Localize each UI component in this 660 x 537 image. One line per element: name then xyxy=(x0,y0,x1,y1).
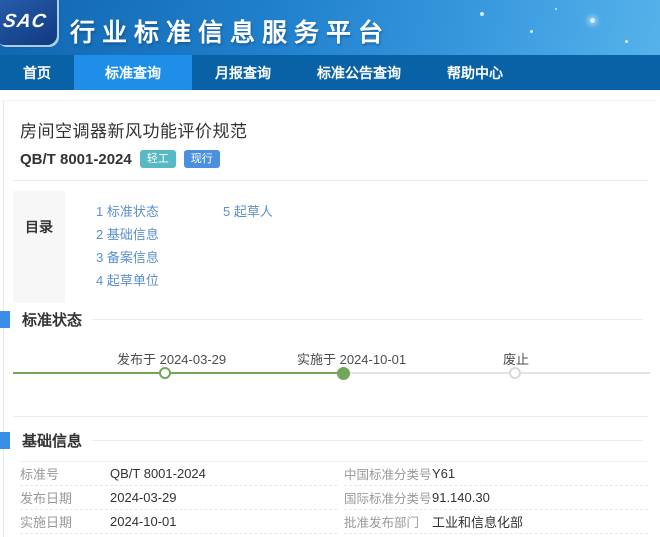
section-divider xyxy=(13,416,648,417)
basic-info-table: 标准号 QB/T 8001-2024 发布日期 2024-03-29 实施日期 … xyxy=(20,461,648,537)
nav-item-standard-query[interactable]: 标准查询 xyxy=(74,55,192,90)
standard-title: 房间空调器新风功能评价规范 xyxy=(20,117,648,142)
status-timeline: 发布于 2024-03-29 实施于 2024-10-01 废止 xyxy=(0,346,660,404)
table-row: 国际标准分类号 91.140.30 xyxy=(344,486,648,510)
timeline-line-done xyxy=(13,372,343,374)
table-row: 标准号 QB/T 8001-2024 xyxy=(20,462,337,486)
toc: 目录 1 标准状态 2 基础信息 3 备案信息 4 起草单位 5 起草人 xyxy=(13,191,648,303)
section-accent-bar xyxy=(0,311,10,328)
section-rule xyxy=(92,319,643,320)
field-value: 工业和信息化部 xyxy=(432,512,523,531)
timeline-dot-abolished xyxy=(509,367,521,379)
toc-link-standard-status[interactable]: 1 标准状态 xyxy=(96,204,223,220)
field-label: 发布日期 xyxy=(20,488,110,507)
table-row: 实施日期 2024-10-01 xyxy=(20,510,337,534)
section-rule xyxy=(92,440,643,441)
content-area: 房间空调器新风功能评价规范 QB/T 8001-2024 轻工 现行 目录 1 … xyxy=(0,90,660,537)
standard-header: 房间空调器新风功能评价规范 QB/T 8001-2024 轻工 现行 xyxy=(20,90,648,168)
field-label: 中国标准分类号 xyxy=(344,464,432,483)
field-label: 国际标准分类号 xyxy=(344,488,432,507)
status-badge: 现行 xyxy=(184,150,220,168)
field-label: 标准号 xyxy=(20,464,110,483)
field-value: 91.140.30 xyxy=(432,490,490,505)
toc-link-basic-info[interactable]: 2 基础信息 xyxy=(96,227,223,243)
main-nav: 首页 标准查询 月报查询 标准公告查询 帮助中心 xyxy=(0,55,660,90)
field-label: 实施日期 xyxy=(20,512,110,531)
industry-badge: 轻工 xyxy=(140,150,176,168)
nav-item-home[interactable]: 首页 xyxy=(0,55,74,90)
header-divider xyxy=(13,180,648,181)
timeline-dot-implemented xyxy=(337,367,350,380)
field-value: 2024-10-01 xyxy=(110,514,177,529)
page: SAC 行业标准信息服务平台 首页 标准查询 月报查询 标准公告查询 帮助中心 … xyxy=(0,0,660,537)
timeline-line-pending xyxy=(343,372,650,374)
nav-item-announcement-query[interactable]: 标准公告查询 xyxy=(294,55,424,90)
timeline-label-implemented: 实施于 2024-10-01 xyxy=(297,349,406,368)
section-accent-bar xyxy=(0,432,10,449)
section-header-status: 标准状态 xyxy=(0,309,648,330)
nav-item-help-center[interactable]: 帮助中心 xyxy=(424,55,526,90)
sac-logo[interactable]: SAC xyxy=(0,0,57,45)
table-row: 发布日期 2024-03-29 xyxy=(20,486,337,510)
section-header-basic-info: 基础信息 xyxy=(0,430,648,451)
timeline-label-published: 发布于 2024-03-29 xyxy=(117,349,226,368)
field-value: Y61 xyxy=(432,466,455,481)
toc-link-drafting-unit[interactable]: 4 起草单位 xyxy=(96,273,223,289)
table-row: 中国标准分类号 Y61 xyxy=(344,462,648,486)
timeline-label-abolished: 废止 xyxy=(503,349,529,368)
nav-item-monthly-report[interactable]: 月报查询 xyxy=(192,55,294,90)
field-value: QB/T 8001-2024 xyxy=(110,466,206,481)
toc-label: 目录 xyxy=(13,191,65,303)
table-row: 批准发布部门 工业和信息化部 xyxy=(344,510,648,534)
site-title: 行业标准信息服务平台 xyxy=(70,13,390,49)
toc-link-filing-info[interactable]: 3 备案信息 xyxy=(96,250,223,266)
sac-logo-text: SAC xyxy=(2,3,50,33)
toc-link-drafters[interactable]: 5 起草人 xyxy=(223,204,273,220)
app-header: SAC 行业标准信息服务平台 xyxy=(0,0,660,55)
timeline-dot-published xyxy=(159,367,171,379)
field-label: 批准发布部门 xyxy=(344,512,432,531)
standard-code: QB/T 8001-2024 xyxy=(20,151,132,168)
section-title-status: 标准状态 xyxy=(22,309,82,330)
section-title-basic-info: 基础信息 xyxy=(22,430,82,451)
field-value: 2024-03-29 xyxy=(110,490,177,505)
